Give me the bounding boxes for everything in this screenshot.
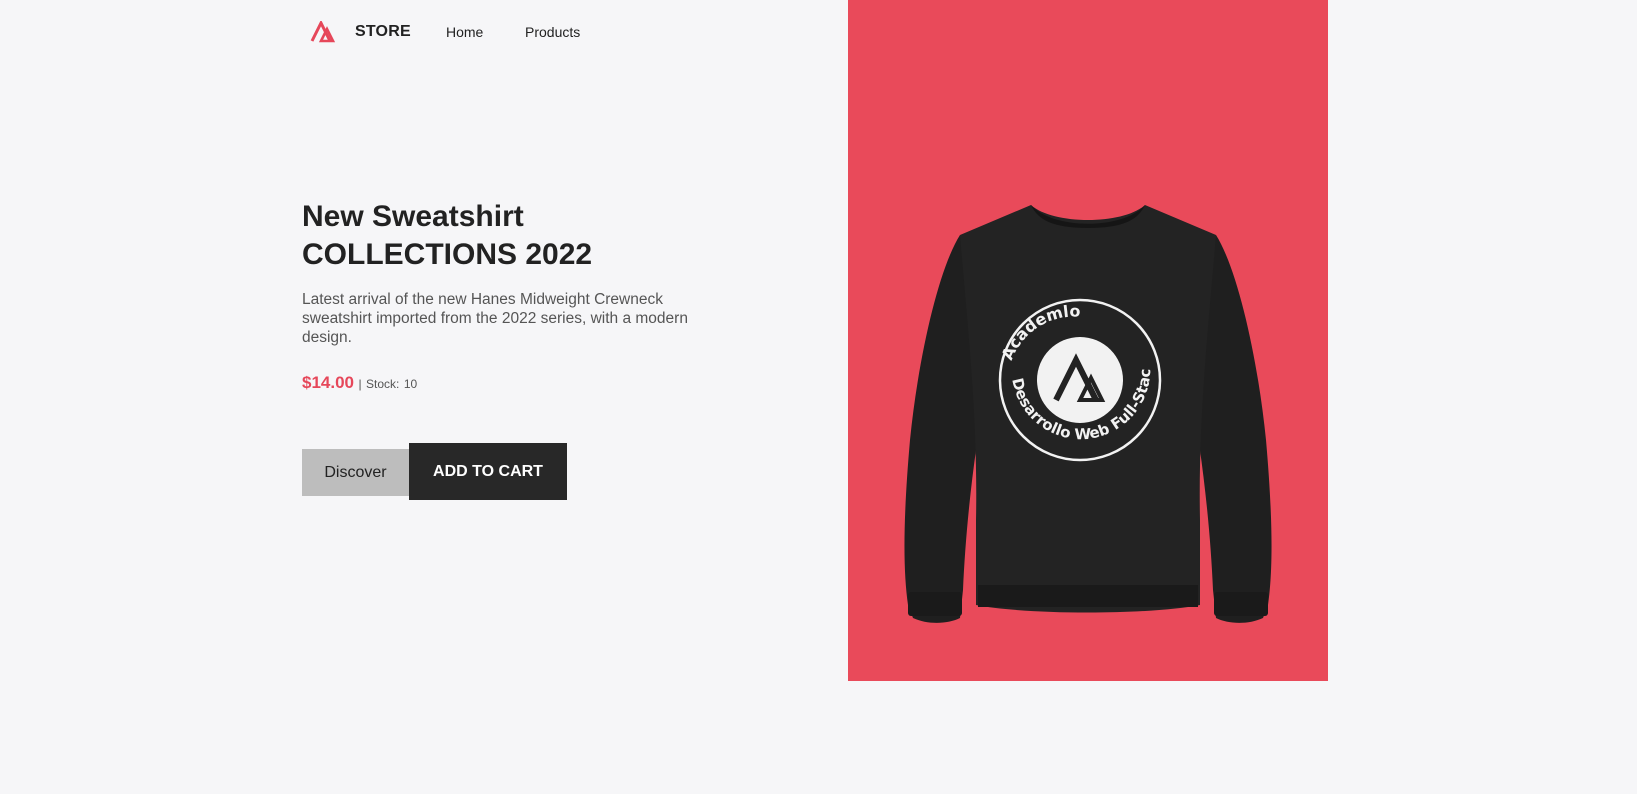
stock-label: Stock: [366, 377, 400, 391]
nav-home-link[interactable]: Home [446, 24, 483, 40]
discover-button[interactable]: Discover [302, 449, 409, 496]
hero-title-line-2: COLLECTIONS 2022 [302, 238, 593, 271]
site-header: STORE Home Products 0 [0, 0, 1637, 66]
price-separator: | [358, 377, 362, 391]
academlo-logo-icon[interactable] [310, 21, 338, 43]
hero-image-panel: Academlo Desarrollo Web Full-Stack [848, 0, 1328, 681]
price-stock-line: $14.00 | Stock: 10 [302, 373, 417, 393]
stock-value: 10 [403, 377, 418, 391]
hero-title-line-1: New Sweatshirt [302, 200, 524, 233]
hero-description: Latest arrival of the new Hanes Midweigh… [302, 291, 688, 346]
product-price: $14.00 [302, 373, 354, 392]
brand-name[interactable]: STORE [355, 23, 411, 41]
sweatshirt-image: Academlo Desarrollo Web Full-Stack [848, 0, 1272, 623]
add-to-cart-button[interactable]: ADD TO CART [409, 443, 567, 500]
hero-title: New Sweatshirt COLLECTIONS 2022 [302, 198, 742, 274]
page: STORE Home Products 0 New Sweatshirt COL… [0, 0, 1637, 794]
nav-products-link[interactable]: Products [525, 24, 580, 40]
